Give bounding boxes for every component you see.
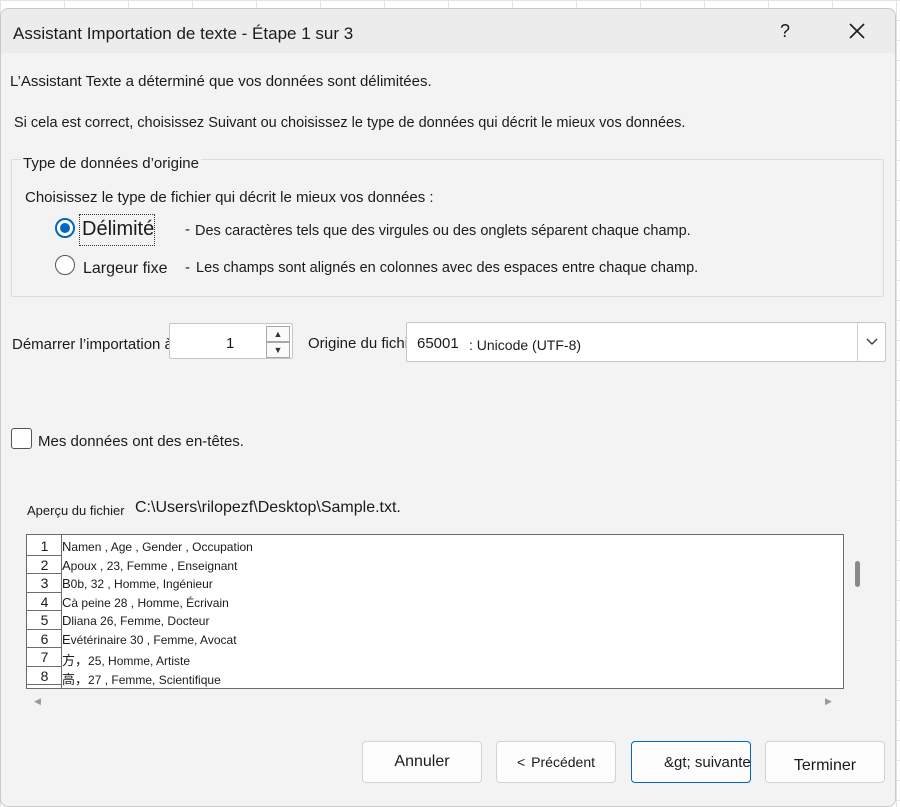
chevron-down-icon [866, 338, 877, 345]
delimited-label[interactable]: Délimité [82, 218, 154, 241]
file-origin-value: : Unicode (UTF-8) [469, 337, 582, 353]
preview-row: 2 Apoux , 23, Femme , Enseignant [27, 556, 843, 574]
row-number: 7 [27, 648, 62, 667]
row-number: 1 [27, 537, 62, 556]
spin-down-button[interactable]: ▼ [266, 342, 290, 358]
file-preview-pane[interactable]: 1 Namen , Age , Gender , Occupation 2 Ap… [26, 534, 844, 689]
fixed-width-dash: - [185, 259, 190, 276]
scroll-left-arrow-icon[interactable]: ◀ [34, 696, 41, 707]
preview-row: 5 Dliana 26, Femme, Docteur [27, 611, 843, 630]
finish-button[interactable]: Terminer [765, 741, 885, 783]
back-button[interactable]: < Précédent [496, 741, 616, 783]
back-button-label: Précédent [531, 754, 595, 770]
arrow-down-icon: ▼ [273, 345, 283, 355]
row-text: 高，27 , Femme, Scientifique [62, 671, 221, 687]
title-bar: Assistant Importation de texte - Étape 1… [1, 9, 895, 53]
preview-row: 3 B0b, 32 , Homme, Ingénieur [27, 574, 843, 593]
preview-row: 1 Namen , Age , Gender , Occupation [27, 537, 843, 556]
dialog-title: Assistant Importation de texte - Étape 1… [13, 24, 354, 43]
row-number: 2 [27, 556, 62, 574]
headers-checkbox-label[interactable]: Mes données ont des en-têtes. [38, 433, 244, 450]
delimited-radio[interactable] [55, 218, 75, 238]
intro-line-1: L’Assistant Texte a déterminé que vos do… [10, 73, 432, 90]
arrow-up-icon: ▲ [273, 329, 283, 339]
cancel-button-label: Annuler [394, 753, 450, 770]
row-text: Dliana 26, Femme, Docteur [62, 613, 210, 628]
cancel-button[interactable]: Annuler [362, 741, 482, 783]
spin-up-button[interactable]: ▲ [266, 326, 290, 342]
row-text: Namen , Age , Gender , Occupation [62, 539, 253, 554]
vertical-scrollbar-thumb[interactable] [855, 561, 860, 587]
preview-label: Aperçu du fichier [27, 503, 125, 518]
row-number: 8 [27, 667, 62, 685]
headers-checkbox[interactable] [11, 428, 32, 449]
delimited-dash: - [185, 221, 190, 238]
close-button[interactable] [833, 11, 881, 51]
row-text: Apoux , 23, Femme , Enseignant [62, 557, 238, 573]
row-text: Evétérinaire 30 , Femme, Avocat [62, 631, 237, 647]
help-button[interactable]: ? [761, 11, 809, 51]
start-row-value[interactable]: 1 [226, 335, 234, 352]
file-type-prompt: Choisissez le type de fichier qui décrit… [25, 189, 434, 206]
chevron-left-icon: < [516, 754, 526, 770]
preview-row: 6 Evétérinaire 30 , Femme, Avocat [27, 630, 843, 648]
text-import-wizard-dialog: Assistant Importation de texte - Étape 1… [0, 8, 896, 807]
group-legend: Type de données d’origine [21, 155, 201, 172]
start-row-spinner[interactable]: 1 ▲ ▼ [169, 323, 293, 359]
row-number: 4 [27, 593, 62, 611]
scroll-right-arrow-icon[interactable]: ▶ [825, 696, 832, 707]
preview-row: 8 高，27 , Femme, Scientifique [27, 667, 843, 687]
delimited-description: Des caractères tels que des virgules ou … [195, 223, 691, 239]
preview-row: 7 方，25, Homme, Artiste [27, 648, 843, 668]
row-number: 3 [27, 574, 62, 593]
finish-button-label: Terminer [793, 757, 857, 774]
row-number: 6 [27, 630, 62, 648]
preview-path: C:\Users\rilopezf\Desktop\Sample.txt. [135, 499, 401, 516]
next-button-label: &gt; suivante [664, 753, 751, 771]
fixed-width-description: Les champs sont alignés en colonnes avec… [196, 260, 699, 276]
row-text: Cà peine 28 , Homme, Écrivain [62, 594, 229, 610]
fixed-width-radio[interactable] [55, 255, 75, 275]
fixed-width-label[interactable]: Largeur fixe [83, 260, 168, 278]
help-icon: ? [779, 20, 790, 41]
close-icon [849, 23, 865, 39]
preview-row: 4 Cà peine 28 , Homme, Écrivain [27, 593, 843, 611]
row-text: B0b, 32 , Homme, Ingénieur [62, 576, 213, 591]
file-origin-dropdown-button[interactable] [857, 323, 885, 361]
next-button[interactable]: &gt; suivante [631, 741, 751, 783]
file-origin-select[interactable]: 65001 : Unicode (UTF-8) [406, 322, 886, 362]
file-origin-label: Origine du fichier [308, 335, 422, 352]
intro-line-2: Si cela est correct, choisissez Suivant … [14, 115, 686, 131]
file-origin-code: 65001 [417, 335, 459, 352]
row-number: 5 [27, 611, 62, 630]
